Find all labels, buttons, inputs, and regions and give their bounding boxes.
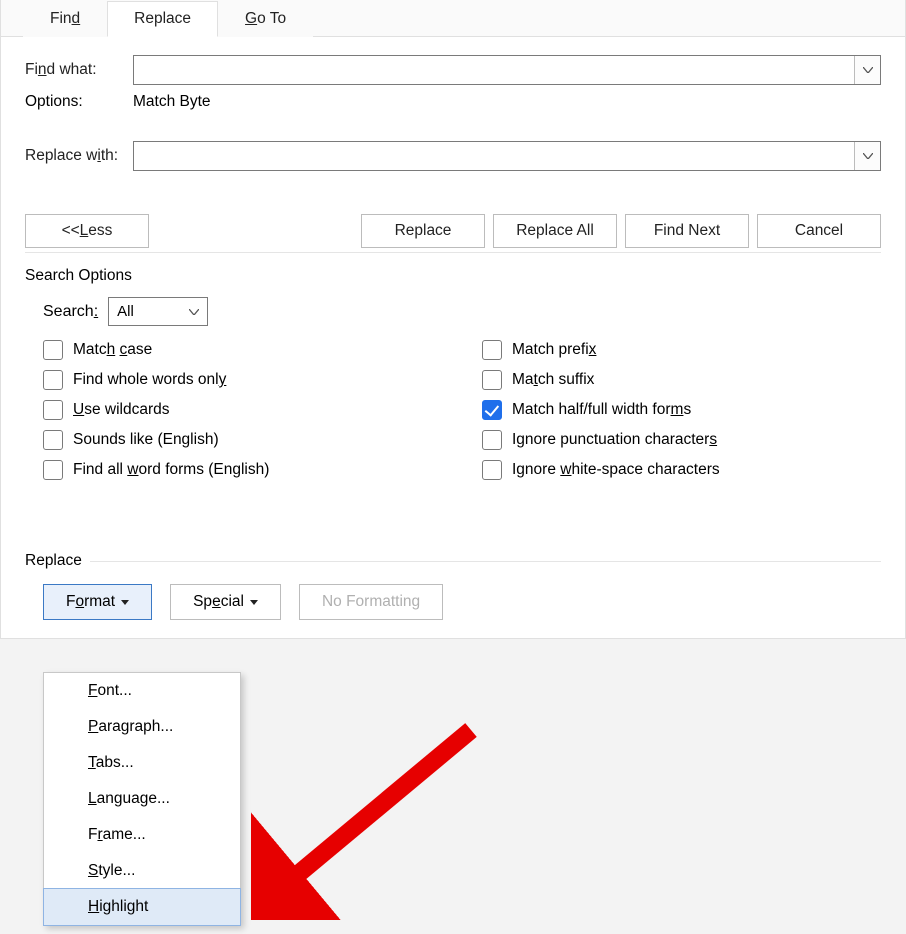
whole-words-checkbox[interactable]: Find whole words only xyxy=(43,370,442,390)
find-what-combo[interactable] xyxy=(133,55,881,85)
menu-frame[interactable]: Frame... xyxy=(44,817,240,853)
menu-paragraph[interactable]: Paragraph... xyxy=(44,709,240,745)
replace-button[interactable]: Replace xyxy=(361,214,485,248)
options-row: Options: Match Byte xyxy=(25,93,881,111)
right-checkbox-column: Match prefix Match suffix Match half/ful… xyxy=(442,340,881,480)
checkbox-box xyxy=(43,460,63,480)
ignore-punctuation-checkbox[interactable]: Ignore punctuation characters xyxy=(482,430,881,450)
search-label: Search: xyxy=(43,303,98,321)
replace-with-combo[interactable] xyxy=(133,141,881,171)
find-replace-dialog: Find Replace Go To Find what: Options: M… xyxy=(0,0,906,639)
checkbox-box xyxy=(482,370,502,390)
options-text: Match Byte xyxy=(133,93,211,111)
tabs-bar: Find Replace Go To xyxy=(1,0,905,37)
checkbox-box xyxy=(43,430,63,450)
menu-style[interactable]: Style... xyxy=(44,853,240,889)
less-button[interactable]: << Less xyxy=(25,214,149,248)
find-what-label: Find what: xyxy=(25,61,133,79)
format-menu: Font... Paragraph... Tabs... Language...… xyxy=(43,672,241,926)
replace-with-dropdown[interactable] xyxy=(854,142,880,170)
replace-with-label: Replace with: xyxy=(25,147,133,165)
red-arrow-annotation xyxy=(251,720,491,920)
no-formatting-button: No Formatting xyxy=(299,584,443,620)
options-label: Options: xyxy=(25,93,133,111)
special-button[interactable]: Special xyxy=(170,584,281,620)
chevron-down-icon xyxy=(863,153,873,159)
search-options-label: Search Options xyxy=(25,267,881,285)
search-direction-select[interactable]: All xyxy=(108,297,208,326)
replace-with-row: Replace with: xyxy=(25,141,881,171)
checkbox-box xyxy=(43,370,63,390)
tab-find[interactable]: Find xyxy=(23,1,107,37)
match-suffix-checkbox[interactable]: Match suffix xyxy=(482,370,881,390)
find-what-dropdown[interactable] xyxy=(854,56,880,84)
find-what-input[interactable] xyxy=(134,56,854,84)
checkbox-box xyxy=(43,340,63,360)
caret-down-icon xyxy=(250,600,258,605)
format-button[interactable]: Format xyxy=(43,584,152,620)
chevron-down-icon xyxy=(863,67,873,73)
half-full-width-checkbox[interactable]: Match half/full width forms xyxy=(482,400,881,420)
word-forms-checkbox[interactable]: Find all word forms (English) xyxy=(43,460,442,480)
replace-section: Replace Format Special No Formatting xyxy=(25,552,881,620)
checkbox-box xyxy=(482,430,502,450)
checkbox-columns: Match case Find whole words only Use wil… xyxy=(25,340,881,480)
menu-language[interactable]: Language... xyxy=(44,781,240,817)
ignore-whitespace-checkbox[interactable]: Ignore white-space characters xyxy=(482,460,881,480)
match-prefix-checkbox[interactable]: Match prefix xyxy=(482,340,881,360)
menu-tabs[interactable]: Tabs... xyxy=(44,745,240,781)
replace-with-input[interactable] xyxy=(134,142,854,170)
find-what-row: Find what: xyxy=(25,55,881,85)
cancel-button[interactable]: Cancel xyxy=(757,214,881,248)
dialog-body: Find what: Options: Match Byte Replace w… xyxy=(1,37,905,638)
search-direction-row: Search: All xyxy=(43,297,881,326)
caret-down-icon xyxy=(121,600,129,605)
checkbox-box xyxy=(482,340,502,360)
use-wildcards-checkbox[interactable]: Use wildcards xyxy=(43,400,442,420)
checkbox-box xyxy=(482,460,502,480)
sounds-like-checkbox[interactable]: Sounds like (English) xyxy=(43,430,442,450)
checkbox-box xyxy=(43,400,63,420)
find-next-button[interactable]: Find Next xyxy=(625,214,749,248)
search-direction-value: All xyxy=(117,303,134,320)
chevron-down-icon xyxy=(189,309,199,315)
match-case-checkbox[interactable]: Match case xyxy=(43,340,442,360)
replace-section-label: Replace xyxy=(25,552,881,570)
format-button-row: Format Special No Formatting xyxy=(25,584,881,620)
tab-replace[interactable]: Replace xyxy=(107,1,218,37)
left-checkbox-column: Match case Find whole words only Use wil… xyxy=(25,340,442,480)
checkbox-box xyxy=(482,400,502,420)
tab-goto[interactable]: Go To xyxy=(218,1,313,37)
menu-font[interactable]: Font... xyxy=(44,673,240,709)
menu-highlight[interactable]: Highlight xyxy=(43,888,241,926)
button-row: << Less Replace Replace All Find Next Ca… xyxy=(25,211,881,253)
replace-all-button[interactable]: Replace All xyxy=(493,214,617,248)
